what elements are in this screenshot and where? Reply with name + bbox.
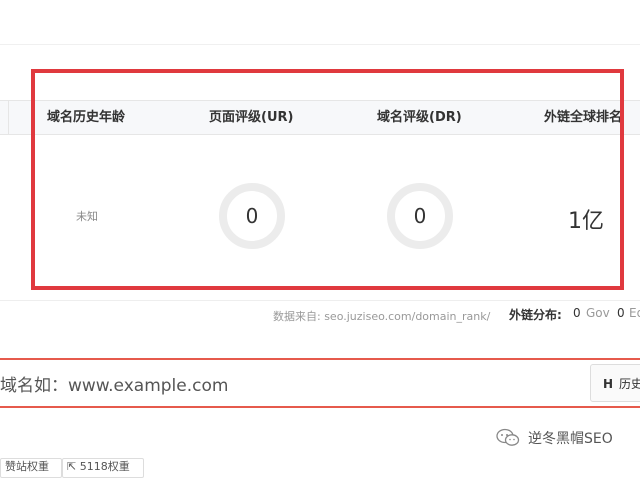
domain-search-input[interactable] [0, 360, 586, 406]
source-line: 数据来自: seo.juziseo.com/domain_rank/ 外链分布:… [0, 306, 640, 324]
ur-value: 0 [245, 204, 259, 228]
wechat-icon [496, 428, 520, 446]
history-button[interactable]: H 历史 [590, 364, 640, 402]
gov-label: Gov [586, 306, 610, 320]
header-global-rank: 外链全球排名 [544, 110, 623, 125]
5118-weight-label: 5118权重 [79, 460, 130, 473]
header-left-cell [0, 101, 9, 134]
link-distribution-label: 外链分布: [509, 308, 562, 322]
header-page-rating: 页面评级(UR) [209, 110, 294, 125]
ur-gauge: 0 [219, 183, 285, 249]
watermark-text: 逆冬黑帽SEO [528, 431, 613, 447]
wechat-watermark: 逆冬黑帽SEO [496, 426, 636, 450]
metrics-header-row: 域名历史年龄 页面评级(UR) 域名评级(DR) 外链全球排名 [0, 100, 640, 135]
search-bar: H 历史 [0, 358, 640, 408]
bottom-area: 逆冬黑帽SEO 赞站权重 ⇱ 5118权重 [0, 408, 640, 478]
history-key: H [603, 377, 614, 391]
dr-gauge: 0 [387, 183, 453, 249]
metrics-value-row: 未知 0 0 1亿 [0, 133, 640, 301]
edu-label: Ed [629, 306, 640, 320]
domain-age-value: 未知 [76, 210, 98, 223]
metrics-table: 域名历史年龄 页面评级(UR) 域名评级(DR) 外链全球排名 未知 0 0 1… [0, 100, 640, 301]
external-link-icon: ⇱ [67, 460, 77, 473]
5118-weight-pill[interactable]: ⇱ 5118权重 [62, 458, 144, 478]
edu-count: 0 [617, 306, 625, 320]
site-weight-pill[interactable]: 赞站权重 [0, 458, 62, 478]
global-rank-value: 1亿 [568, 209, 604, 234]
header-domain-rating: 域名评级(DR) [377, 110, 462, 125]
data-source-text: 数据来自: seo.juziseo.com/domain_rank/ [273, 310, 491, 323]
top-strip [0, 0, 640, 45]
history-label: 历史 [619, 377, 640, 391]
dr-value: 0 [413, 204, 427, 228]
gov-count: 0 [573, 306, 581, 320]
header-domain-age: 域名历史年龄 [47, 110, 126, 125]
